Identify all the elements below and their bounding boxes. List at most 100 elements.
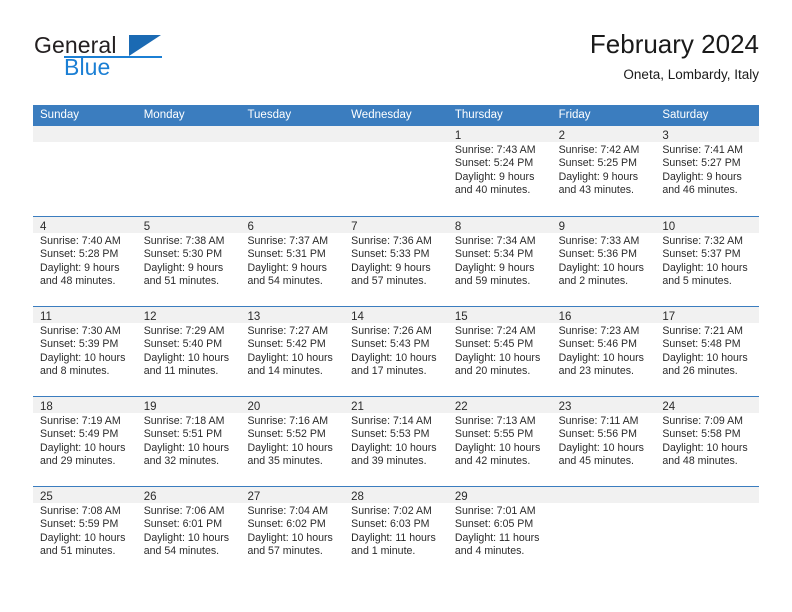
day-detail-line: Sunrise: 7:41 AM: [662, 144, 743, 156]
calendar-day-cell[interactable]: 5 Sunrise: 7:38 AM Sunset: 5:30 PM Daylight…: [136, 217, 241, 306]
day-detail-line: and 8 minutes.: [40, 365, 110, 378]
day-detail-lines: Sunrise: 7:08 AM Sunset: 5:59 PM Daylight:…: [33, 503, 137, 559]
day-detail-line: Sunset: 5:30 PM: [143, 248, 223, 261]
day-detail-line: Daylight: 10 hours: [558, 441, 644, 454]
day-detail-line: and 51 minutes.: [143, 275, 220, 288]
calendar-day-cell-empty: [655, 487, 760, 576]
calendar-day-cell[interactable]: 12 Sunrise: 7:29 AM Sunset: 5:40 PM Dayligh…: [136, 307, 241, 396]
day-detail-lines: Sunrise: 7:36 AM Sunset: 5:33 PM Daylight:…: [344, 233, 448, 289]
day-detail-line: and 23 minutes.: [558, 365, 634, 378]
calendar-day-cell[interactable]: 24 Sunrise: 7:09 AM Sunset: 5:58 PM Dayligh…: [655, 397, 760, 486]
day-detail-line: Sunset: 5:25 PM: [558, 157, 637, 170]
calendar-day-cell[interactable]: 15 Sunrise: 7:24 AM Sunset: 5:45 PM Dayligh…: [447, 307, 552, 396]
day-detail-lines: [655, 503, 759, 505]
day-detail-line: Sunset: 6:01 PM: [143, 518, 223, 531]
calendar-day-cell[interactable]: 23 Sunrise: 7:11 AM Sunset: 5:56 PM Dayligh…: [551, 397, 656, 486]
day-detail-line: Daylight: 9 hours: [247, 261, 327, 274]
day-detail-lines: [552, 503, 656, 505]
day-detail-line: Sunrise: 7:33 AM: [558, 235, 640, 247]
day-number: 24: [662, 401, 676, 413]
day-number: 28: [351, 491, 364, 503]
day-detail-lines: Sunrise: 7:27 AM Sunset: 5:42 PM Daylight:…: [240, 323, 344, 379]
day-detail-lines: Sunrise: 7:43 AM Sunset: 5:24 PM Daylight:…: [448, 142, 552, 198]
calendar-day-cell[interactable]: 20 Sunrise: 7:16 AM Sunset: 5:52 PM Dayligh…: [240, 397, 345, 486]
day-number: 3: [662, 130, 669, 142]
day-detail-line: and 11 minutes.: [143, 365, 219, 378]
day-detail-line: and 59 minutes.: [454, 275, 531, 288]
day-detail-line: Daylight: 9 hours: [351, 261, 431, 274]
calendar-day-cell[interactable]: 11 Sunrise: 7:30 AM Sunset: 5:39 PM Dayligh…: [33, 307, 137, 396]
day-detail-lines: Sunrise: 7:09 AM Sunset: 5:58 PM Daylight:…: [655, 413, 759, 469]
calendar-day-cell[interactable]: 3 Sunrise: 7:41 AM Sunset: 5:27 PM Daylight…: [655, 126, 760, 216]
day-detail-line: Daylight: 10 hours: [143, 531, 230, 544]
day-number-band: 21: [344, 397, 448, 413]
calendar-week-row: 11 Sunrise: 7:30 AM Sunset: 5:39 PM Dayligh…: [33, 306, 760, 396]
day-detail-line: Sunset: 5:53 PM: [351, 428, 430, 441]
day-detail-line: Sunrise: 7:19 AM: [40, 415, 121, 427]
general-blue-logo[interactable]: General Blue: [33, 32, 263, 94]
day-detail-line: Sunrise: 7:08 AM: [40, 505, 121, 517]
day-number: 29: [454, 491, 468, 503]
day-detail-line: Sunset: 6:02 PM: [247, 518, 326, 531]
calendar-week-row: 4 Sunrise: 7:40 AM Sunset: 5:28 PM Daylight…: [33, 216, 760, 306]
day-detail-line: Daylight: 10 hours: [454, 351, 541, 364]
day-number-band: 22: [447, 397, 552, 413]
day-detail-line: Daylight: 9 hours: [454, 170, 535, 183]
day-detail-lines: Sunrise: 7:13 AM Sunset: 5:55 PM Daylight:…: [448, 413, 552, 469]
day-detail-line: Sunset: 5:58 PM: [662, 428, 741, 441]
day-detail-line: Daylight: 10 hours: [351, 351, 437, 364]
calendar-day-cell[interactable]: 25 Sunrise: 7:08 AM Sunset: 5:59 PM Dayligh…: [33, 487, 137, 576]
day-number-band: 5: [136, 217, 241, 233]
day-number-band: 2: [551, 126, 656, 142]
day-number: 25: [40, 491, 53, 503]
calendar-day-cell[interactable]: 16 Sunrise: 7:23 AM Sunset: 5:46 PM Dayligh…: [551, 307, 656, 396]
day-number-band: [33, 126, 137, 142]
day-number: 7: [351, 221, 358, 233]
day-number-band: 29: [447, 487, 552, 503]
day-number-band: 1: [447, 126, 552, 142]
calendar-day-cell[interactable]: 2 Sunrise: 7:42 AM Sunset: 5:25 PM Daylight…: [551, 126, 656, 216]
calendar-day-cell[interactable]: 21 Sunrise: 7:14 AM Sunset: 5:53 PM Dayligh…: [344, 397, 448, 486]
day-detail-line: Daylight: 9 hours: [558, 170, 639, 183]
calendar-day-cell[interactable]: 28 Sunrise: 7:02 AM Sunset: 6:03 PM Dayligh…: [344, 487, 448, 576]
calendar-day-cell[interactable]: 17 Sunrise: 7:21 AM Sunset: 5:48 PM Dayligh…: [655, 307, 760, 396]
calendar-day-cell[interactable]: 6 Sunrise: 7:37 AM Sunset: 5:31 PM Daylight…: [240, 217, 345, 306]
calendar-day-cell[interactable]: 29 Sunrise: 7:01 AM Sunset: 6:05 PM Dayligh…: [447, 487, 552, 576]
calendar-day-cell[interactable]: 18 Sunrise: 7:19 AM Sunset: 5:49 PM Dayligh…: [33, 397, 137, 486]
calendar-day-cell[interactable]: 10 Sunrise: 7:32 AM Sunset: 5:37 PM Dayligh…: [655, 217, 760, 306]
day-detail-line: Sunset: 5:56 PM: [558, 428, 637, 441]
weekday-header-sunday: Sunday: [40, 109, 80, 121]
day-number: 21: [351, 401, 364, 413]
day-detail-line: Daylight: 10 hours: [662, 351, 748, 364]
day-detail-line: and 43 minutes.: [558, 184, 634, 197]
calendar-day-cell[interactable]: 8 Sunrise: 7:34 AM Sunset: 5:34 PM Daylight…: [447, 217, 552, 306]
day-detail-line: Sunrise: 7:11 AM: [558, 415, 639, 427]
day-number: 1: [454, 130, 462, 142]
calendar-day-cell[interactable]: 7 Sunrise: 7:36 AM Sunset: 5:33 PM Daylight…: [344, 217, 448, 306]
day-detail-lines: [33, 142, 137, 144]
calendar-day-cell[interactable]: 19 Sunrise: 7:18 AM Sunset: 5:51 PM Dayligh…: [136, 397, 241, 486]
day-detail-line: Sunset: 5:42 PM: [247, 338, 326, 351]
calendar-day-cell[interactable]: 26 Sunrise: 7:06 AM Sunset: 6:01 PM Dayligh…: [136, 487, 241, 576]
day-detail-line: Daylight: 10 hours: [247, 441, 333, 454]
day-number: 2: [558, 130, 565, 142]
day-detail-lines: Sunrise: 7:26 AM Sunset: 5:43 PM Daylight:…: [344, 323, 448, 379]
day-number-band: 24: [655, 397, 760, 413]
day-number-band: 4: [33, 217, 137, 233]
calendar-day-cell[interactable]: 27 Sunrise: 7:04 AM Sunset: 6:02 PM Dayligh…: [240, 487, 345, 576]
calendar-day-cell[interactable]: 14 Sunrise: 7:26 AM Sunset: 5:43 PM Dayligh…: [344, 307, 448, 396]
day-number: 4: [40, 221, 47, 233]
day-detail-line: Sunset: 5:45 PM: [454, 338, 534, 351]
day-detail-line: and 26 minutes.: [662, 365, 738, 378]
calendar-day-cell[interactable]: 9 Sunrise: 7:33 AM Sunset: 5:36 PM Daylight…: [551, 217, 656, 306]
calendar-day-cell[interactable]: 13 Sunrise: 7:27 AM Sunset: 5:42 PM Dayligh…: [240, 307, 345, 396]
day-detail-line: Sunset: 5:49 PM: [40, 428, 119, 441]
calendar-day-cell[interactable]: 22 Sunrise: 7:13 AM Sunset: 5:55 PM Dayligh…: [447, 397, 552, 486]
calendar-day-cell[interactable]: 1 Sunrise: 7:43 AM Sunset: 5:24 PM Daylight…: [447, 126, 552, 216]
day-detail-lines: Sunrise: 7:06 AM Sunset: 6:01 PM Daylight:…: [137, 503, 241, 559]
day-number-band: 19: [136, 397, 241, 413]
calendar-day-cell[interactable]: 4 Sunrise: 7:40 AM Sunset: 5:28 PM Daylight…: [33, 217, 137, 306]
day-number: 11: [40, 311, 52, 323]
day-detail-line: Sunrise: 7:32 AM: [662, 235, 743, 247]
day-number-band: 26: [136, 487, 241, 503]
